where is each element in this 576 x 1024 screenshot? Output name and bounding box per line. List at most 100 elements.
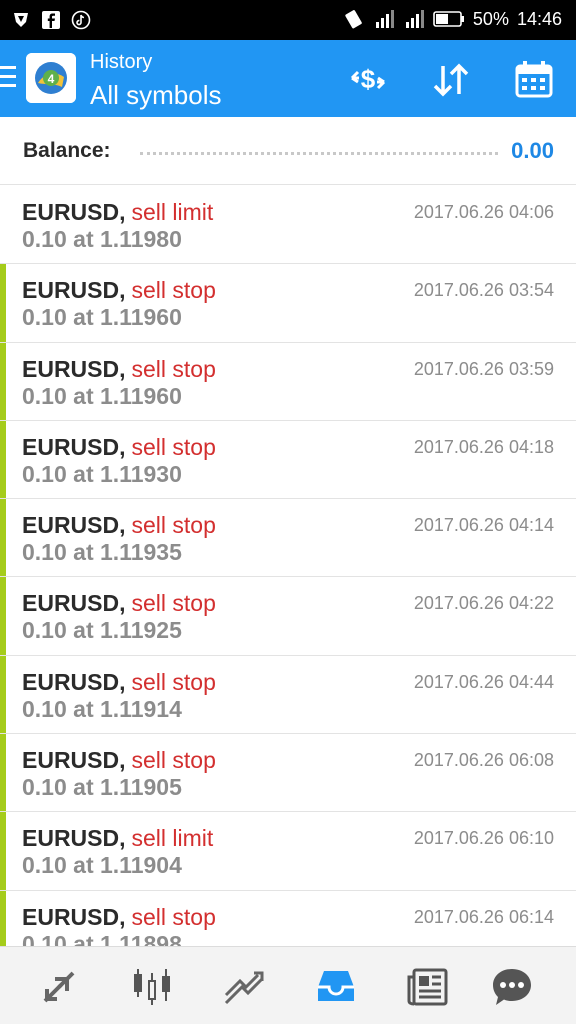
order-type: sell stop [131, 355, 216, 382]
header-subtitle: History [90, 51, 153, 73]
calendar-icon[interactable] [512, 58, 556, 102]
order-symbol: EURUSD, [22, 747, 126, 774]
header-title[interactable]: All symbols [90, 78, 221, 112]
order-symbol: EURUSD, [22, 199, 126, 225]
balance-row: Balance: 0.00 [0, 117, 576, 185]
order-symbol: EURUSD, [22, 355, 126, 382]
wifi-signal-icon [403, 8, 425, 30]
sort-icon[interactable] [429, 58, 473, 102]
order-symbol: EURUSD, [22, 277, 126, 304]
order-symbol: EURUSD, [22, 433, 126, 460]
order-accent-bar [0, 890, 6, 946]
order-type: sell stop [131, 433, 216, 460]
bottom-navigation [0, 946, 576, 1024]
order-accent-bar [0, 577, 6, 655]
order-volume-price: 0.10 at 1.11930 [22, 460, 182, 487]
order-time: 2017.06.26 06:08 [413, 750, 554, 771]
order-type: sell stop [131, 512, 216, 539]
order-symbol: EURUSD, [22, 668, 126, 695]
order-time: 2017.06.26 04:14 [413, 515, 554, 536]
clock: 14:46 [516, 8, 562, 29]
order-title: EURUSD, sell stop [22, 512, 216, 539]
order-row[interactable]: EURUSD, sell limit 0.10 at 1.11980 2017.06.… [0, 186, 576, 265]
order-time: 2017.06.26 04:06 [413, 202, 554, 222]
status-left [10, 9, 92, 31]
order-type: sell limit [131, 825, 214, 852]
order-type: sell stop [131, 590, 216, 617]
order-accent-bar [0, 734, 6, 812]
status-bar: 50% 14:46 [0, 0, 576, 40]
order-row[interactable]: EURUSD, sell stop 0.10 at 1.11960 2017.06.2… [0, 264, 576, 343]
order-accent-bar [0, 342, 6, 420]
battery-percent: 50% [472, 8, 509, 29]
order-title: EURUSD, sell stop [22, 747, 216, 774]
order-row[interactable]: EURUSD, sell stop 0.10 at 1.11914 2017.06.2… [0, 655, 576, 735]
order-type: sell stop [131, 277, 216, 304]
order-row[interactable]: EURUSD, sell stop 0.10 at 1.11930 2017.06.2… [0, 420, 576, 500]
order-volume-price: 0.10 at 1.11935 [22, 539, 182, 566]
facebook-icon [40, 9, 62, 31]
order-title: EURUSD, sell limit [22, 825, 213, 852]
order-type: sell stop [131, 903, 216, 930]
order-row[interactable]: EURUSD, sell stop 0.10 at 1.11935 2017.06.2… [0, 499, 576, 578]
order-volume-price: 0.10 at 1.11914 [22, 695, 182, 722]
order-time: 2017.06.26 06:10 [413, 828, 554, 849]
order-time: 2017.06.26 06:14 [413, 906, 554, 927]
order-symbol: EURUSD, [22, 825, 126, 852]
news-icon[interactable] [406, 965, 450, 1009]
status-right: 50% 14:46 [343, 8, 562, 30]
order-row[interactable]: EURUSD, sell stop 0.10 at 1.11960 2017.06.2… [0, 342, 576, 421]
order-volume-price: 0.10 at 1.11925 [22, 617, 182, 644]
svg-text:$: $ [361, 64, 376, 94]
order-row[interactable]: EURUSD, sell stop 0.10 at 1.11905 2017.06.2… [0, 734, 576, 813]
order-accent-bar [0, 499, 6, 577]
app-bar: 4 History All symbols $ [0, 40, 576, 117]
currency-exchange-icon[interactable]: $ [346, 58, 390, 102]
order-title: EURUSD, sell stop [22, 356, 216, 383]
order-volume-price: 0.10 at 1.11898 [22, 930, 182, 946]
order-title: EURUSD, sell stop [22, 434, 216, 461]
history-inbox-icon[interactable] [314, 965, 358, 1009]
chart-candles-icon[interactable] [130, 965, 174, 1009]
order-time: 2017.06.26 04:18 [413, 436, 554, 457]
order-accent-bar [0, 655, 6, 734]
order-type: sell stop [131, 668, 216, 695]
vibrate-icon [343, 8, 365, 30]
signal-icon [373, 8, 395, 30]
order-row[interactable]: EURUSD, sell stop 0.10 at 1.11925 2017.06.2… [0, 577, 576, 656]
order-accent-bar [0, 420, 6, 499]
order-volume-price: 0.10 at 1.11904 [22, 852, 182, 879]
order-history-list[interactable]: EURUSD, sell limit 0.10 at 1.11980 2017.06.… [0, 186, 576, 946]
order-type: sell limit [131, 199, 214, 225]
order-title: EURUSD, sell stop [22, 277, 216, 304]
order-type: sell stop [131, 747, 216, 774]
balance-label: Balance: [23, 139, 111, 162]
app-logo[interactable]: 4 [26, 53, 76, 103]
order-title: EURUSD, sell stop [22, 669, 216, 696]
order-volume-price: 0.10 at 1.11980 [22, 226, 182, 252]
order-title: EURUSD, sell stop [22, 904, 216, 931]
order-row[interactable]: EURUSD, sell limit 0.10 at 1.11904 2017.06.… [0, 812, 576, 891]
order-time: 2017.06.26 03:54 [413, 280, 554, 301]
balance-value: 0.00 [511, 138, 554, 163]
battery-icon [433, 8, 465, 30]
balance-dots-divider [140, 152, 498, 155]
order-symbol: EURUSD, [22, 590, 126, 617]
shield-icon [10, 9, 32, 31]
menu-icon[interactable] [0, 66, 16, 90]
order-symbol: EURUSD, [22, 903, 126, 930]
order-time: 2017.06.26 04:44 [413, 671, 554, 692]
order-symbol: EURUSD, [22, 512, 126, 539]
order-row[interactable]: EURUSD, sell stop 0.10 at 1.11898 2017.06.2… [0, 890, 576, 946]
chat-icon[interactable] [490, 965, 534, 1009]
trade-icon[interactable] [222, 965, 266, 1009]
order-time: 2017.06.26 04:22 [413, 593, 554, 614]
order-title: EURUSD, sell limit [22, 199, 213, 226]
order-accent-bar [0, 812, 6, 890]
quotes-icon[interactable] [37, 965, 81, 1009]
order-volume-price: 0.10 at 1.11960 [22, 304, 182, 331]
order-volume-price: 0.10 at 1.11960 [22, 382, 182, 409]
order-accent-bar [0, 264, 6, 342]
order-time: 2017.06.26 03:59 [413, 358, 554, 379]
order-volume-price: 0.10 at 1.11905 [22, 774, 182, 801]
